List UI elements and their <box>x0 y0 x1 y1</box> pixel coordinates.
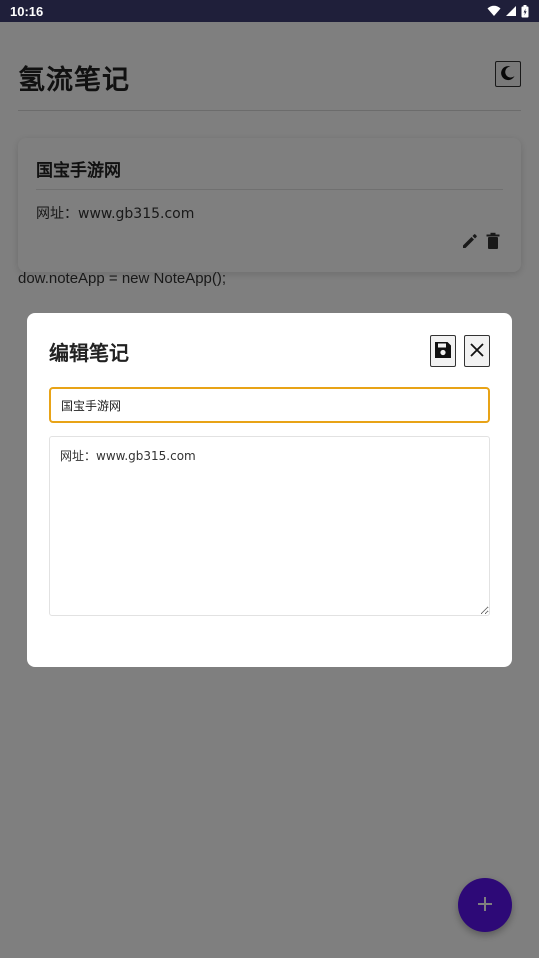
modal-buttons <box>430 335 490 367</box>
wifi-icon <box>487 5 501 17</box>
status-bar: 10:16 <box>0 0 539 22</box>
modal-title: 编辑笔记 <box>49 340 129 365</box>
close-icon <box>469 342 485 361</box>
battery-icon <box>521 4 529 18</box>
note-title-input[interactable] <box>49 387 490 423</box>
modal-header: 编辑笔记 <box>49 335 490 367</box>
signal-icon <box>505 5 517 17</box>
edit-note-modal: 编辑笔记 网址：www.gb315.com <box>27 313 512 667</box>
note-content-textarea[interactable]: 网址：www.gb315.com <box>49 436 490 616</box>
status-time: 10:16 <box>10 3 44 19</box>
save-icon <box>434 341 452 362</box>
save-button[interactable] <box>430 335 456 367</box>
status-icons <box>487 4 529 18</box>
close-button[interactable] <box>464 335 490 367</box>
